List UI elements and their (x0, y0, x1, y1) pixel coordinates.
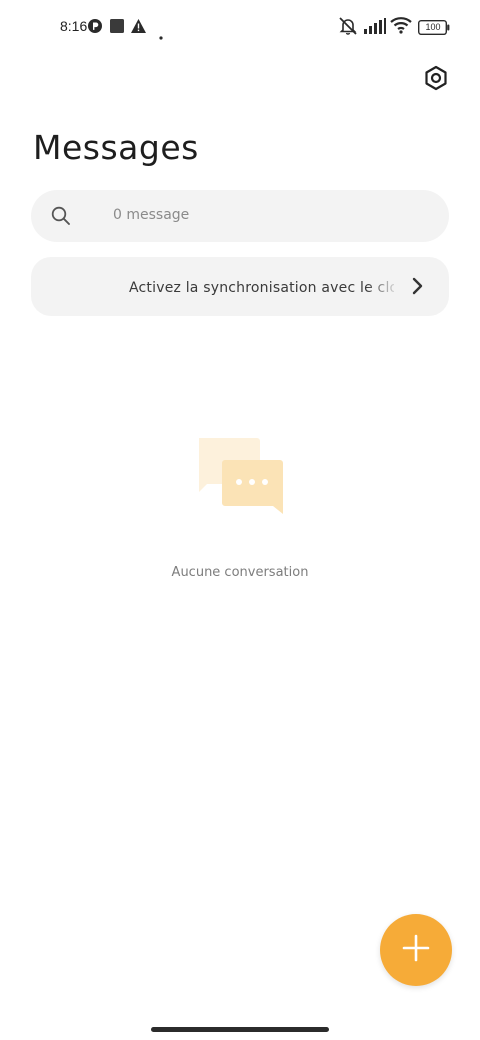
empty-chat-illustration (195, 436, 287, 518)
search-bar[interactable]: 0 message (31, 190, 449, 242)
empty-state-text: Aucune conversation (171, 565, 309, 580)
status-bar: 8:16 100 (0, 0, 480, 56)
dot-icon (159, 25, 163, 44)
sync-banner[interactable]: Activez la synchronisation avec le cloud (31, 257, 449, 316)
warning-icon (131, 18, 146, 37)
battery-icon: 100 (417, 19, 450, 39)
settings-button[interactable] (420, 64, 452, 96)
sync-banner-text-container: Activez la synchronisation avec le cloud (129, 277, 394, 299)
search-placeholder: 0 message (113, 207, 190, 223)
new-conversation-button[interactable] (380, 914, 452, 986)
sync-banner-text: Activez la synchronisation avec le cloud (129, 280, 394, 296)
wifi-icon (390, 17, 412, 38)
sync-banner-fade (366, 271, 400, 301)
settings-hexagon-icon (423, 65, 449, 95)
home-indicator[interactable] (151, 1027, 329, 1032)
page-title: Messages (33, 128, 199, 167)
mute-icon (338, 16, 358, 40)
square-icon (110, 18, 124, 37)
search-icon (51, 206, 71, 230)
chevron-right-icon (411, 277, 423, 299)
battery-level: 100 (425, 22, 441, 32)
p-icon (88, 18, 102, 37)
plus-icon (402, 934, 430, 966)
signal-icon (364, 18, 386, 38)
status-time: 8:16 (60, 18, 88, 34)
